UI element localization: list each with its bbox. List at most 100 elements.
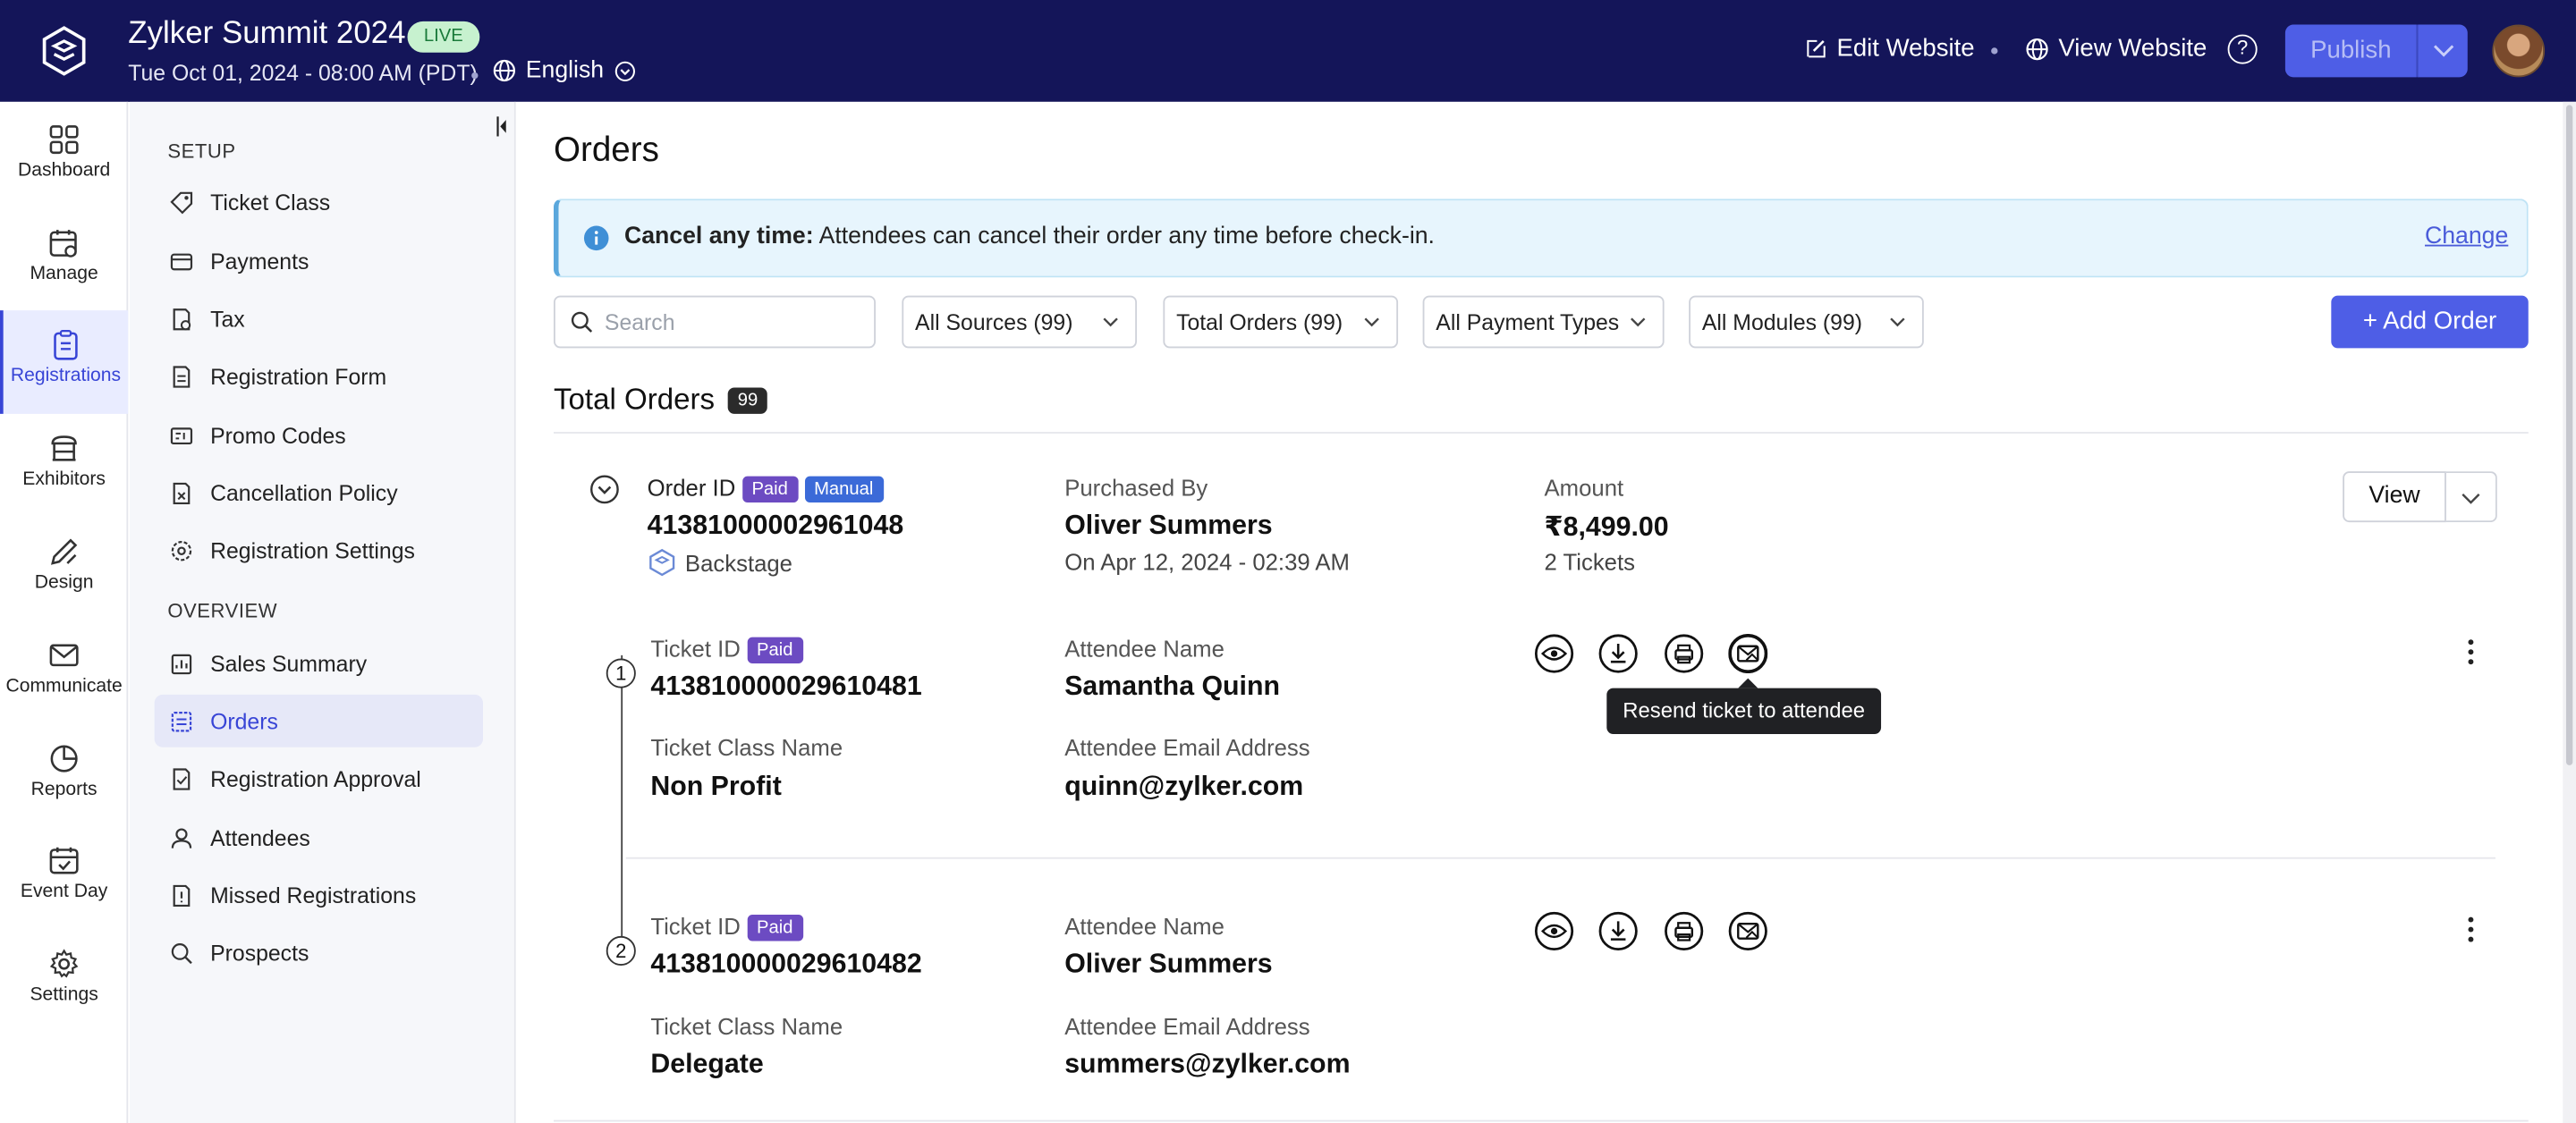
view-ticket-icon[interactable]	[1534, 634, 1574, 673]
change-link[interactable]: Change	[2425, 224, 2508, 249]
subnav-item-registration-form[interactable]: Registration Form	[155, 350, 483, 402]
app-root: Zylker Summit 2024 LIVE Tue Oct 01, 2024…	[0, 0, 2576, 1123]
rail-item-communicate[interactable]: Communicate	[0, 621, 128, 724]
backstage-icon	[649, 548, 675, 577]
rail-item-event-day[interactable]: Event Day	[0, 826, 128, 930]
modules-filter[interactable]: All Modules (99)	[1689, 295, 1924, 349]
subnav-item-tax[interactable]: Tax	[155, 292, 483, 345]
view-order-button[interactable]: View	[2343, 471, 2446, 523]
edit-website-link[interactable]: Edit Website	[1806, 35, 1975, 63]
rail-label: Communicate	[5, 676, 123, 697]
globe-icon	[2026, 38, 2048, 60]
subnav-item-registration-approval[interactable]: Registration Approval	[155, 752, 483, 805]
subnav-item-ticket-class[interactable]: Ticket Class	[155, 176, 483, 229]
rail-item-dashboard[interactable]: Dashboard	[0, 106, 128, 209]
ticket-id-row: Ticket ID Paid	[650, 636, 803, 664]
payment-types-filter[interactable]: All Payment Types	[1422, 295, 1665, 349]
attendee-email-label: Attendee Email Address	[1064, 734, 1310, 761]
rail-label: Event Day	[20, 882, 108, 902]
view-website-label: View Website	[2058, 34, 2207, 63]
search-icon	[571, 311, 593, 333]
info-icon	[583, 225, 609, 251]
rail-item-settings[interactable]: Settings	[0, 930, 128, 1034]
edit-icon	[1807, 39, 1826, 58]
rail-item-manage[interactable]: Manage	[0, 208, 128, 312]
ticket-class-label: Ticket Class Name	[650, 1013, 843, 1040]
subnav-item-cancellation-policy[interactable]: Cancellation Policy	[155, 467, 483, 519]
paid-badge: Paid	[746, 915, 803, 941]
rail-label: Reports	[30, 780, 97, 800]
subnav-item-missed-registrations[interactable]: Missed Registrations	[155, 869, 483, 922]
sources-filter[interactable]: All Sources (99)	[902, 295, 1138, 349]
report-icon	[171, 653, 192, 674]
user-avatar[interactable]	[2492, 24, 2546, 78]
print-ticket-icon[interactable]	[1665, 634, 1704, 673]
banner-text: Cancel any time: Attendees can cancel th…	[624, 224, 1435, 249]
chevron-down-icon	[2433, 45, 2454, 57]
rail-label: Manage	[30, 264, 98, 284]
event-datetime: Tue Oct 01, 2024 - 08:00 AM (PDT)	[128, 60, 478, 86]
language-selector[interactable]: English	[493, 57, 635, 84]
user-icon	[171, 827, 192, 848]
publish-options-button[interactable]	[2416, 24, 2468, 78]
rail-item-design[interactable]: Design	[0, 518, 128, 621]
banner-message: Attendees can cancel their order any tim…	[813, 223, 1435, 250]
attendee-name-label: Attendee Name	[1064, 635, 1224, 663]
paid-badge: Paid	[746, 637, 803, 664]
clipboard-icon	[54, 329, 78, 360]
attendee-email: quinn@zylker.com	[1064, 772, 1304, 802]
download-ticket-icon[interactable]	[1598, 911, 1638, 951]
calendar-check-icon	[49, 847, 79, 874]
subnav-item-orders[interactable]: Orders	[154, 694, 483, 747]
edit-website-label: Edit Website	[1836, 34, 1975, 63]
subnav-label: Attendees	[210, 824, 310, 850]
collapse-order-icon[interactable]	[589, 475, 619, 504]
orders-main: Orders Cancel any time: Attendees can ca…	[515, 101, 2576, 1123]
scrollbar-thumb[interactable]	[2565, 105, 2573, 765]
pie-chart-icon	[50, 745, 78, 773]
download-ticket-icon[interactable]	[1598, 634, 1638, 673]
page-title: Orders	[553, 131, 659, 170]
view-ticket-icon[interactable]	[1534, 911, 1574, 951]
view-website-link[interactable]: View Website	[2026, 35, 2207, 63]
resend-ticket-icon[interactable]	[1728, 633, 1768, 674]
subnav-item-sales-summary[interactable]: Sales Summary	[155, 637, 483, 690]
rail-label: Registrations	[10, 366, 122, 386]
backstage-logo-icon[interactable]	[39, 25, 89, 78]
search-input[interactable]	[604, 307, 860, 337]
overview-heading: OVERVIEW	[167, 599, 278, 623]
collapse-panel-icon[interactable]	[491, 115, 511, 139]
subnav-label: Sales Summary	[210, 651, 368, 676]
subnav-item-registration-settings[interactable]: Registration Settings	[155, 524, 483, 577]
rail-item-exhibitors[interactable]: Exhibitors	[0, 414, 128, 518]
card-icon	[170, 252, 193, 270]
order-actions-dropdown[interactable]	[2445, 471, 2497, 523]
subnav-item-promo-codes[interactable]: Promo Codes	[155, 409, 483, 461]
attendee-email: summers@zylker.com	[1064, 1049, 1351, 1079]
orders-filter[interactable]: Total Orders (99)	[1163, 295, 1399, 349]
search-user-icon	[171, 942, 192, 964]
resend-ticket-icon[interactable]	[1728, 911, 1767, 951]
module-rail: Dashboard Manage Registrations Exhibitor…	[0, 101, 129, 1123]
print-ticket-icon[interactable]	[1665, 911, 1704, 951]
help-icon[interactable]: ?	[2227, 34, 2258, 64]
promo-code-icon	[170, 426, 193, 444]
subnav-item-attendees[interactable]: Attendees	[155, 811, 483, 864]
more-options-icon[interactable]	[2466, 637, 2476, 667]
approval-icon	[173, 767, 191, 789]
subnav-item-prospects[interactable]: Prospects	[155, 926, 483, 979]
subnav-item-payments[interactable]: Payments	[155, 235, 483, 288]
total-orders-count: 99	[727, 386, 768, 413]
subnav-label: Cancellation Policy	[210, 480, 398, 505]
publish-button[interactable]: Publish	[2284, 24, 2417, 78]
mail-icon	[49, 644, 79, 667]
rail-item-reports[interactable]: Reports	[0, 724, 128, 828]
attendee-name: Oliver Summers	[1064, 949, 1273, 979]
add-order-button[interactable]: + Add Order	[2331, 295, 2529, 349]
chevron-down-icon	[1364, 317, 1379, 327]
tag-icon	[170, 190, 193, 214]
rail-item-registrations[interactable]: Registrations	[0, 310, 129, 414]
order-amount: ₹8,499.00	[1544, 512, 1669, 543]
more-options-icon[interactable]	[2466, 915, 2476, 944]
rail-label: Settings	[30, 985, 98, 1006]
